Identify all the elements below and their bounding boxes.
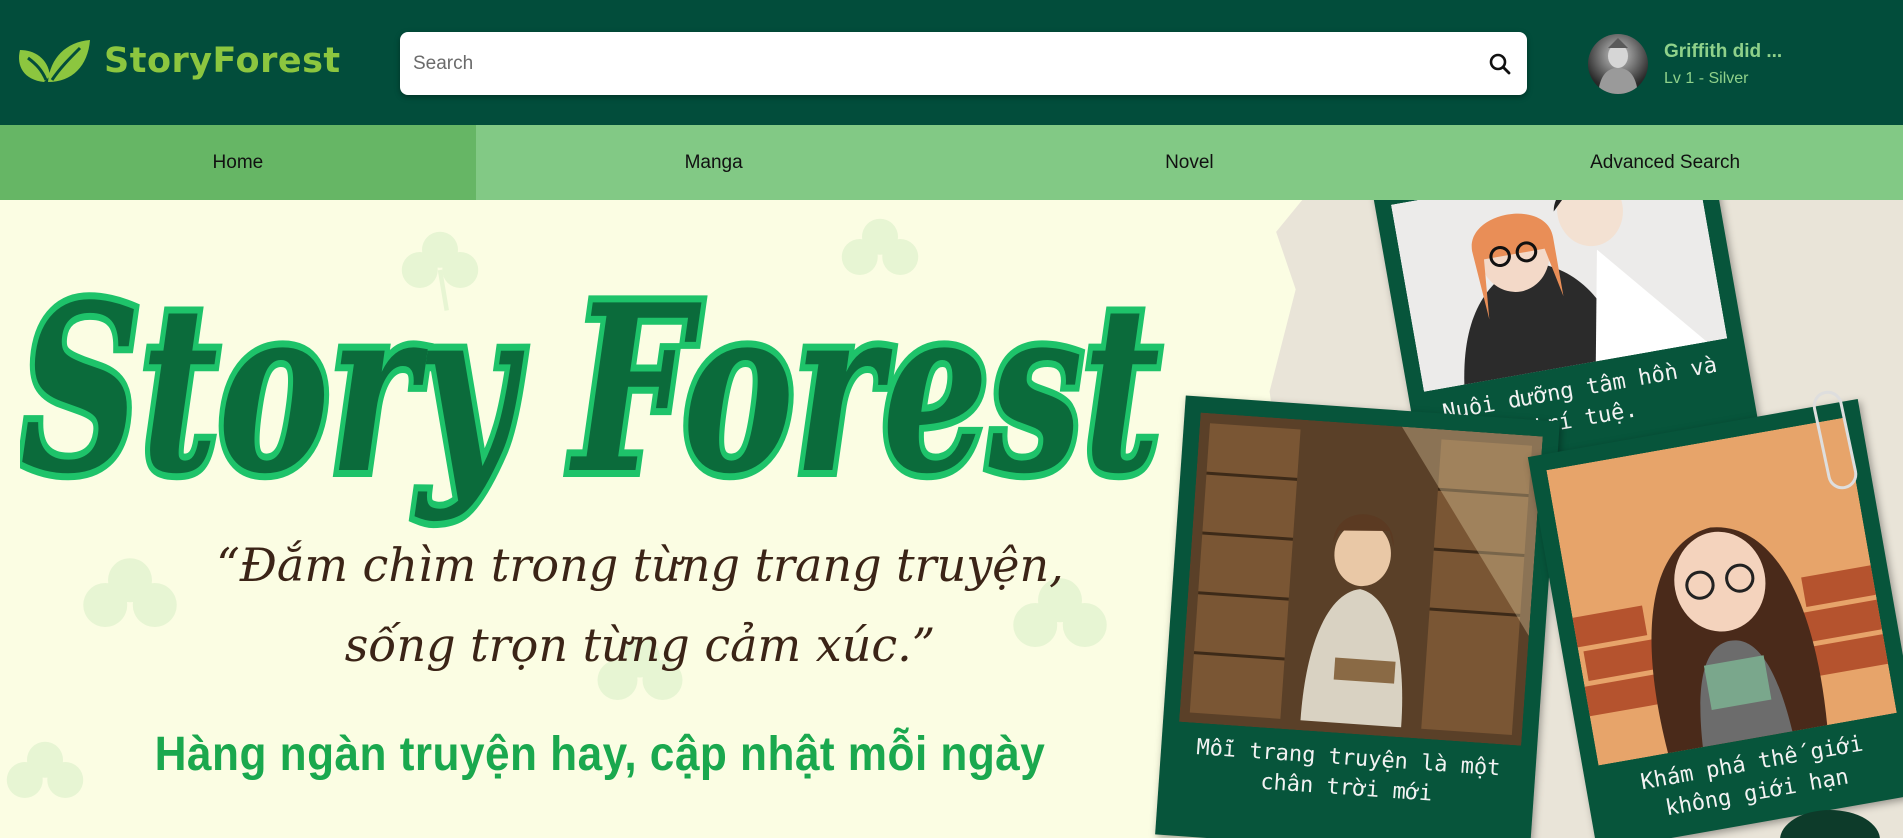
clover-icon [6,741,84,798]
leaf-logo-icon [19,40,90,82]
svg-text:Story Forest: Story Forest [20,255,1160,525]
banner-title: Story Forest [20,248,1167,530]
banner-tagline: Hàng ngàn truyện hay, cập nhật mỗi ngày [154,728,1046,781]
polaroid-card: Mỗi trang truyện là một chân trời mới [1155,395,1560,838]
logo[interactable]: StoryForest [14,36,341,86]
library-illustration [1179,412,1543,746]
search-button[interactable] [1473,32,1527,95]
quote-line-1: “Đắm chìm trong từng trang truyện, [216,538,1064,592]
nav-item-novel[interactable]: Novel [952,125,1428,200]
hero-banner: Story Forest “Đắm chìm trong từng trang … [0,200,1903,838]
user-profile[interactable]: Griffith did ... Lv 1 - Silver [1588,34,1782,94]
main-nav: Home Manga Novel Advanced Search [0,125,1903,200]
nav-item-advanced-search[interactable]: Advanced Search [1427,125,1903,200]
top-header: StoryForest Griffith did ... Lv 1 - Silv… [0,0,1903,125]
user-info: Griffith did ... Lv 1 - Silver [1664,41,1782,88]
user-level: Lv 1 - Silver [1664,69,1749,87]
search-bar [400,32,1527,95]
quote-line-2: sống trọn từng cảm xúc.” [344,618,936,672]
search-icon [1489,53,1511,74]
search-input[interactable] [400,32,1473,95]
user-name: Griffith did ... [1664,40,1783,62]
banner-quote: “Đắm chìm trong từng trang truyện, sống … [160,525,1120,685]
nav-item-manga[interactable]: Manga [476,125,952,200]
avatar[interactable] [1588,34,1648,94]
nav-item-home[interactable]: Home [0,125,476,200]
logo-text: StoryForest [104,41,341,81]
